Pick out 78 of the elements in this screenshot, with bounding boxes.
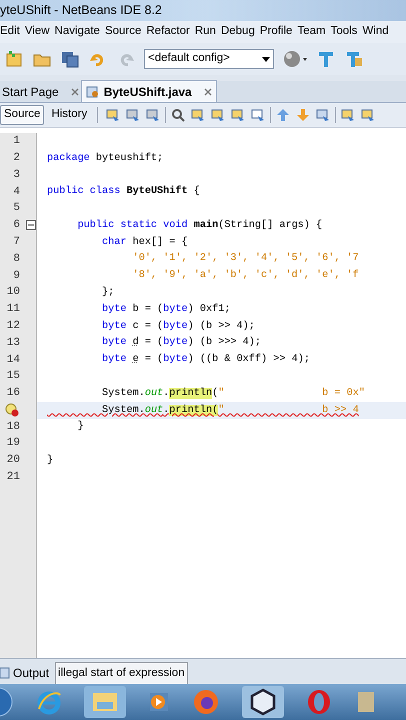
line-number: 4 xyxy=(12,184,20,200)
code-line: byte c = (byte) (b >> 4); xyxy=(101,320,255,334)
code-line: } xyxy=(47,454,54,468)
globe-icon[interactable] xyxy=(282,49,308,69)
line-number: 20 xyxy=(6,453,20,468)
menu-item[interactable]: Wind xyxy=(362,23,389,41)
mode-tab[interactable]: History xyxy=(48,105,90,125)
code-line: public class ByteUShift { xyxy=(47,184,200,200)
line-number: 13 xyxy=(6,336,20,351)
code-line: package byteushift; xyxy=(47,152,164,166)
search-icon[interactable] xyxy=(170,107,186,123)
internet-explorer-icon[interactable] xyxy=(36,689,62,715)
line-number: 15 xyxy=(6,369,20,384)
line-number: 5 xyxy=(12,201,20,216)
line-number: 2 xyxy=(12,150,20,166)
find-previous-icon[interactable] xyxy=(190,107,206,123)
line-number: 1 xyxy=(12,134,20,150)
code-line: char hex[] = { xyxy=(101,236,188,250)
menu-item[interactable]: Source xyxy=(104,23,142,41)
media-player-icon[interactable] xyxy=(148,691,170,713)
line-number: 14 xyxy=(6,352,20,368)
line-number: 19 xyxy=(6,436,20,452)
code-line: byte b = (byte) 0xf1; xyxy=(101,302,230,317)
line-number: 12 xyxy=(6,318,20,334)
window-title: yteUShift - NetBeans IDE 8.2 xyxy=(0,2,162,20)
back-icon[interactable] xyxy=(105,107,122,123)
menu-item[interactable]: View xyxy=(24,23,50,41)
code-line: } xyxy=(76,420,84,434)
highlight-icon[interactable] xyxy=(230,107,246,123)
bookmark-icon[interactable] xyxy=(315,107,332,123)
line-number: 7 xyxy=(12,234,20,250)
line-number: 8 xyxy=(12,252,20,267)
code-line: byte e = (byte) ((b & 0xff) >> 4); xyxy=(101,352,310,368)
firefox-icon[interactable] xyxy=(192,688,220,716)
menu-item[interactable]: Team xyxy=(297,23,326,41)
mode-tab[interactable]: Source xyxy=(0,105,44,125)
line-number: 3 xyxy=(12,168,20,183)
close-icon[interactable] xyxy=(204,88,212,96)
line-number: 18 xyxy=(6,420,20,435)
dropdown-arrow-icon xyxy=(262,56,270,62)
output-tab[interactable]: illegal start of expression xyxy=(55,662,188,684)
java-file-icon xyxy=(86,84,100,98)
menu-item[interactable]: Tools xyxy=(330,23,358,41)
code-line: byte d = (byte) (b >>> 4); xyxy=(101,336,262,350)
code-line: System.out.println(" b = 0x" xyxy=(101,386,365,401)
menu-item[interactable]: Run xyxy=(194,23,216,41)
shift-left-icon[interactable] xyxy=(340,107,356,123)
shift-right-icon[interactable] xyxy=(360,107,376,123)
menu-item[interactable]: Profile xyxy=(260,23,292,41)
code-line: System.out.println(" b >> 4 xyxy=(101,404,359,418)
menu-item[interactable]: Edit xyxy=(0,23,20,41)
output-icon xyxy=(0,666,10,680)
line-number: 10 xyxy=(6,285,20,300)
line-number: 16 xyxy=(6,386,20,402)
config-dropdown[interactable]: <default config> xyxy=(144,49,274,69)
close-icon[interactable] xyxy=(70,88,79,96)
output-tab[interactable]: Output xyxy=(0,662,50,684)
menu-item[interactable]: Refactor xyxy=(146,23,190,41)
fold-toggle-icon[interactable] xyxy=(26,220,36,230)
new-project-icon[interactable] xyxy=(4,49,24,69)
arrow-up-icon[interactable] xyxy=(275,107,292,123)
code-line: '8', '9', 'a', 'b', 'c', 'd', 'e', 'f xyxy=(132,268,359,284)
start-orb-icon[interactable] xyxy=(0,687,14,717)
select-icon[interactable] xyxy=(250,107,266,123)
code-line: }; xyxy=(101,286,114,300)
line-number: 11 xyxy=(6,302,20,318)
line-number: 9 xyxy=(12,268,20,284)
line-number: 21 xyxy=(6,470,20,486)
editor-tab[interactable]: ByteUShift.java xyxy=(80,80,217,102)
code-line: public static void main(String[] args) { xyxy=(76,218,322,233)
find-next-icon[interactable] xyxy=(210,107,226,123)
line-number: 6 xyxy=(12,218,20,234)
menu-item[interactable]: Navigate xyxy=(54,23,100,41)
save-all-icon[interactable] xyxy=(60,49,80,69)
cube-icon[interactable] xyxy=(242,686,284,718)
code-line: '0', '1', '2', '3', '4', '5', '6', '7 xyxy=(132,252,359,266)
error-bulb-icon[interactable] xyxy=(4,403,20,418)
menu-item[interactable]: Debug xyxy=(220,23,255,41)
